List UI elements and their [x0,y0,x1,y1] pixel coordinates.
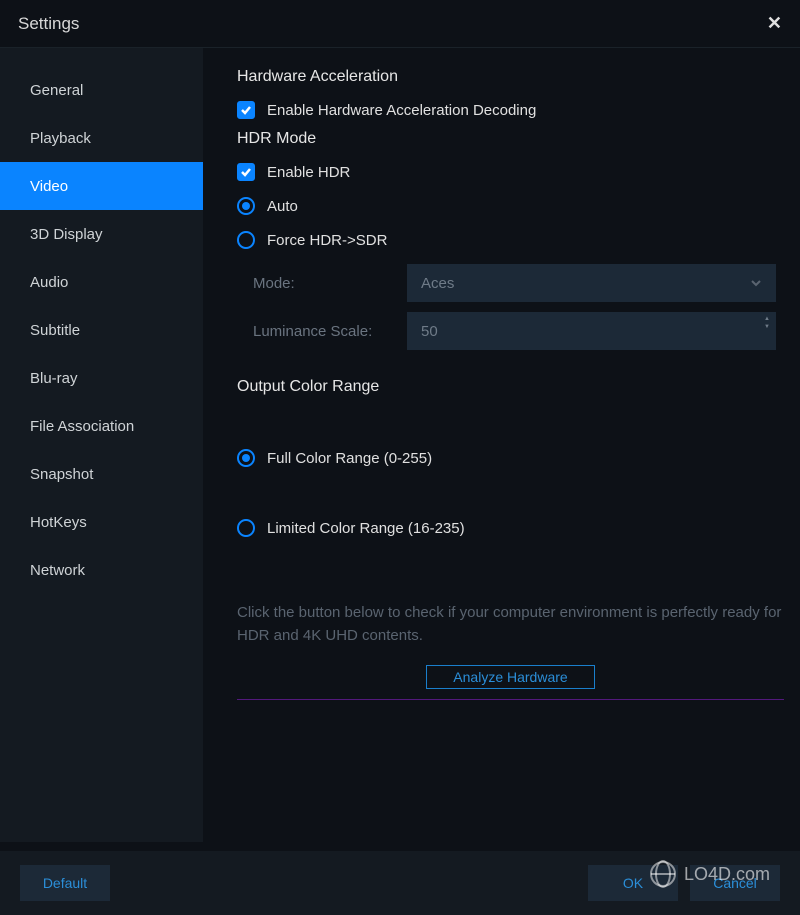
luminance-spinner[interactable]: 50 ▲ ▼ [407,312,776,350]
default-button[interactable]: Default [20,865,110,901]
hdr-force-sdr-label: Force HDR->SDR [267,232,387,249]
sidebar-item-label: 3D Display [30,226,103,243]
mode-value: Aces [421,275,454,292]
hdr-title: HDR Mode [237,130,784,148]
sidebar-item-network[interactable]: Network [0,546,203,594]
sidebar-item-file-association[interactable]: File Association [0,402,203,450]
luminance-value: 50 [421,323,438,340]
color-range-title: Output Color Range [237,378,784,396]
sidebar-item-audio[interactable]: Audio [0,258,203,306]
sidebar-item-bluray[interactable]: Blu-ray [0,354,203,402]
check-icon [240,104,252,116]
sidebar-item-video[interactable]: Video [0,162,203,210]
sidebar-item-playback[interactable]: Playback [0,114,203,162]
hdr-force-sdr-radio[interactable] [237,231,255,249]
footer: Default OK Cancel [0,851,800,915]
sidebar-item-general[interactable]: General [0,66,203,114]
full-color-range-radio[interactable] [237,449,255,467]
hdr-auto-label: Auto [267,198,298,215]
enable-hdr-label: Enable HDR [267,164,350,181]
full-color-range-label: Full Color Range (0-255) [267,450,432,467]
sidebar-item-label: HotKeys [30,514,87,531]
chevron-down-icon [750,277,762,289]
spinner-up-icon[interactable]: ▲ [764,316,770,322]
sidebar-item-label: Video [30,178,68,195]
sidebar-item-subtitle[interactable]: Subtitle [0,306,203,354]
sidebar-item-snapshot[interactable]: Snapshot [0,450,203,498]
divider [237,699,784,700]
cancel-button[interactable]: Cancel [690,865,780,901]
sidebar-item-label: Subtitle [30,322,80,339]
sidebar-item-label: Network [30,562,85,579]
sidebar-item-label: Snapshot [30,466,93,483]
luminance-label: Luminance Scale: [237,323,407,340]
sidebar-item-3d-display[interactable]: 3D Display [0,210,203,258]
hw-accel-title: Hardware Acceleration [237,68,784,86]
limited-color-range-radio[interactable] [237,519,255,537]
sidebar-item-label: Audio [30,274,68,291]
sidebar: General Playback Video 3D Display Audio … [0,48,203,842]
spinner-down-icon[interactable]: ▼ [764,324,770,330]
sidebar-item-label: Blu-ray [30,370,78,387]
close-icon[interactable]: ✕ [767,13,782,34]
enable-hdr-checkbox[interactable] [237,163,255,181]
sidebar-item-hotkeys[interactable]: HotKeys [0,498,203,546]
check-icon [240,166,252,178]
sidebar-item-label: General [30,82,83,99]
mode-select[interactable]: Aces [407,264,776,302]
enable-hw-accel-label: Enable Hardware Acceleration Decoding [267,102,536,119]
titlebar: Settings ✕ [0,0,800,48]
mode-label: Mode: [237,275,407,292]
sidebar-item-label: File Association [30,418,134,435]
enable-hw-accel-checkbox[interactable] [237,101,255,119]
window-title: Settings [18,14,79,34]
analyze-hardware-button[interactable]: Analyze Hardware [426,665,594,689]
ok-button[interactable]: OK [588,865,678,901]
limited-color-range-label: Limited Color Range (16-235) [267,520,465,537]
hdr-auto-radio[interactable] [237,197,255,215]
analyze-info: Click the button below to check if your … [237,602,784,647]
sidebar-item-label: Playback [30,130,91,147]
content-panel: Hardware Acceleration Enable Hardware Ac… [203,48,800,842]
